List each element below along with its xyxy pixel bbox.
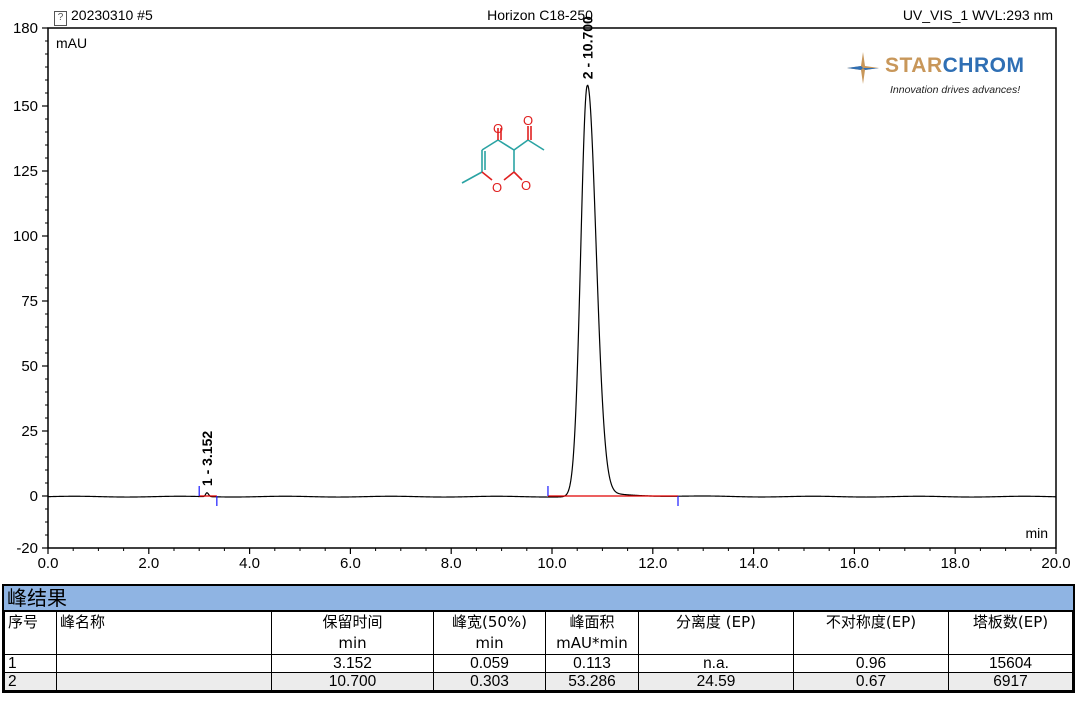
x-tick-label: 18.0 [941,555,970,572]
column-unit: min [271,633,434,655]
results-title: 峰结果 [4,586,1073,611]
column-unit: min [433,633,546,655]
results-table-header: 序号 峰名称 保留时间 峰宽(50%) 峰面积 分离度 (EP) 不对称度(EP) 塔板数(E… [4,611,1073,655]
table-cell: 0.303 [433,672,546,691]
column-unit [4,633,57,655]
x-tick-label: 16.0 [840,555,869,572]
y-tick-label: 125 [13,163,38,180]
brand-name: STARCHROM [885,54,1025,77]
x-tick-label: 6.0 [340,555,361,572]
table-row[interactable]: 1 3.152 0.059 0.113 n.a. 0.96 15604 [4,654,1073,673]
y-tick-label: 100 [13,228,38,245]
table-cell: 0.67 [793,672,949,691]
x-tick-label: 0.0 [38,555,59,572]
table-cell: 1 [4,654,57,673]
column-unit: mAU*min [545,633,639,655]
table-row[interactable]: 2 10.700 0.303 53.286 24.59 0.67 6917 [4,672,1073,691]
y-tick-label: -20 [16,540,38,557]
column-header[interactable]: 塔板数(EP) [948,611,1073,633]
column-header[interactable]: 峰面积 [545,611,639,633]
table-cell: 3.152 [271,654,434,673]
svg-text:O: O [492,180,502,195]
x-tick-label: 10.0 [537,555,566,572]
x-tick-label: 12.0 [638,555,667,572]
column-unit [793,633,949,655]
column-header[interactable]: 分离度 (EP) [638,611,794,633]
svg-text:O: O [523,113,533,128]
svg-text:O: O [521,178,531,193]
table-cell: 6917 [948,672,1073,691]
column-header[interactable]: 峰宽(50%) [433,611,546,633]
x-tick-label: 14.0 [739,555,768,572]
table-cell: 0.96 [793,654,949,673]
table-cell: 10.700 [271,672,434,691]
channel-label: UV_VIS_1 WVL:293 nm [902,7,1053,23]
column-unit [638,633,794,655]
x-tick-label: 8.0 [441,555,462,572]
results-table-body: 1 3.152 0.059 0.113 n.a. 0.96 15604 2 10.700 0.30… [4,654,1073,691]
table-cell: 53.286 [545,672,639,691]
table-cell [56,654,272,673]
table-cell: 2 [4,672,57,691]
y-tick-label: 0 [30,488,38,505]
table-cell: 24.59 [638,672,794,691]
x-tick-label: 4.0 [239,555,260,572]
x-axis-label: min [1025,525,1048,541]
peak-label: 1 - 3.152 [199,431,215,486]
column-header[interactable]: 保留时间 [271,611,434,633]
table-cell [56,672,272,691]
y-tick-label: 25 [21,423,38,440]
brand-tagline: Innovation drives advances! [890,84,1021,96]
column-unit [56,633,272,655]
column-header[interactable]: 峰名称 [56,611,272,633]
column-header[interactable]: 不对称度(EP) [793,611,949,633]
column-header[interactable]: 序号 [4,611,57,633]
star-logo-icon [847,52,879,84]
x-tick-label: 2.0 [138,555,159,572]
peak-label: 2 - 10.700 [579,16,595,79]
y-tick-label: 75 [21,293,38,310]
y-tick-label: 50 [21,358,38,375]
x-tick-label: 20.0 [1041,555,1070,572]
table-cell: n.a. [638,654,794,673]
y-tick-label: 150 [13,98,38,115]
table-cell: 0.113 [545,654,639,673]
y-axis-label: mAU [56,35,87,51]
svg-text:O: O [493,121,503,136]
table-cell: 15604 [948,654,1073,673]
results-table: 序号 峰名称 保留时间 峰宽(50%) 峰面积 分离度 (EP) 不对称度(EP) 塔板数(E… [4,611,1073,691]
column-unit [948,633,1073,655]
peak-results-panel: 峰结果 序号 峰名称 保留时间 峰宽(50%) 峰面积 分离度 (EP) 不对称度(EP) 塔… [2,584,1075,693]
starchrom-logo: STARCHROM Innovation drives advances! [845,50,1035,100]
table-cell: 0.059 [433,654,546,673]
